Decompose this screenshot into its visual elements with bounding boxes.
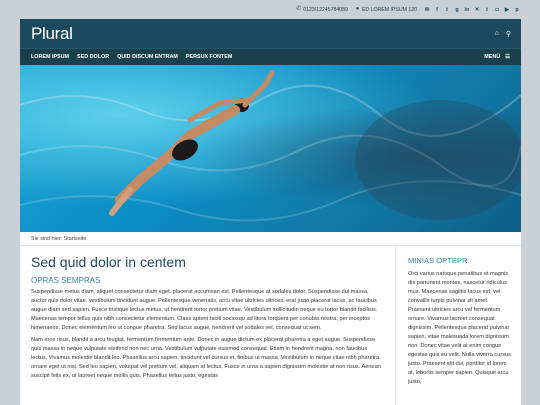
facebook-icon[interactable]: f xyxy=(434,7,440,13)
menu-label: MENÜ xyxy=(484,54,501,60)
sidebar-text: Orci varius natoque penatibus et magnis … xyxy=(408,271,511,385)
google-icon[interactable]: g xyxy=(454,7,460,13)
hero-image xyxy=(20,65,521,232)
search-icon[interactable]: ⚲ xyxy=(506,30,511,38)
phone-contact[interactable]: ✆ 0123/12245784089 xyxy=(296,6,348,13)
location-pin-icon: ● xyxy=(355,6,360,12)
social-links: ✉ f t g in ✕ t ◘ ▶ p xyxy=(424,7,520,13)
nav-item-sed-dolor[interactable]: SED DOLOR xyxy=(77,54,109,60)
header-icons: ⌂ ⚲ xyxy=(495,30,511,38)
youtube-icon[interactable]: ▶ xyxy=(504,7,510,13)
tumblr-icon[interactable]: t xyxy=(484,7,490,13)
main-navigation: LOREM IPSUM SED DOLOR QUID DISCUM ENTRAM… xyxy=(20,48,521,65)
hamburger-icon: ☰ xyxy=(505,54,510,60)
nav-item-persux-fontem[interactable]: PERSUX FONTEM xyxy=(186,54,232,60)
phone-icon: ✆ xyxy=(296,6,302,12)
mail-icon[interactable]: ✉ xyxy=(424,7,430,13)
main-column: Sed quid dolor in centem OPRAS SEMPRAS S… xyxy=(31,254,383,384)
nav-item-quid-discum-entram[interactable]: QUID DISCUM ENTRAM xyxy=(117,54,178,60)
nav-item-lorem-ipsum[interactable]: LOREM IPSUM xyxy=(31,54,69,60)
body-paragraph-1: Suspendisse metus diam, aliquet consecte… xyxy=(31,289,378,331)
sidebar: MINIAS OPTEPR Orci varius natoque penati… xyxy=(408,256,512,387)
address-contact[interactable]: ● ED LOREM IPSUM 120 xyxy=(355,6,417,13)
swimmer-photo xyxy=(20,70,521,222)
breadcrumb: Sie sind hier: Startseite xyxy=(20,232,521,246)
phone-number: 0123/12245784089 xyxy=(303,6,348,13)
menu-toggle[interactable]: MENÜ ☰ xyxy=(484,54,510,60)
section-subtitle: OPRAS SEMPRAS xyxy=(31,276,101,285)
site-logo[interactable]: Plural xyxy=(31,24,73,44)
top-bar: ✆ 0123/12245784089 ● ED LOREM IPSUM 120 … xyxy=(0,0,540,19)
page-title: Sed quid dolor in centem xyxy=(31,254,186,270)
home-icon[interactable]: ⌂ xyxy=(495,30,499,38)
body-paragraph-2: Nam eros risus, blandit a arcu feugiat, … xyxy=(31,337,381,379)
content-area: Sed quid dolor in centem OPRAS SEMPRAS S… xyxy=(20,246,521,405)
swimmer-figure xyxy=(109,70,275,216)
instagram-icon[interactable]: ◘ xyxy=(494,7,500,13)
linkedin-icon[interactable]: in xyxy=(464,7,470,13)
sidebar-title: MINIAS OPTEPR xyxy=(408,256,468,265)
site-header: Plural ⌂ ⚲ xyxy=(20,19,521,48)
column-divider xyxy=(395,246,396,405)
pinterest-icon[interactable]: p xyxy=(514,7,520,13)
twitter-icon[interactable]: t xyxy=(444,7,450,13)
xing-icon[interactable]: ✕ xyxy=(474,7,480,13)
address-text: ED LOREM IPSUM 120 xyxy=(361,6,417,13)
